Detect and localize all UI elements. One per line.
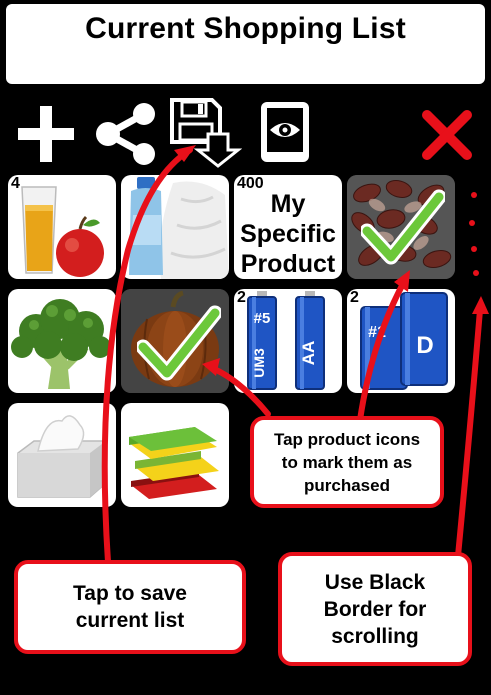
callout-scrolling: Use Black Border for scrolling — [278, 552, 472, 666]
product-tile-sponges[interactable] — [121, 403, 229, 507]
product-tile-juice-apple[interactable]: 4 — [8, 175, 116, 279]
broccoli-image — [11, 299, 111, 389]
page-title: Current Shopping List — [85, 12, 406, 45]
add-icon[interactable] — [14, 102, 78, 166]
detergent-towel-image — [129, 177, 229, 279]
save-list-icon[interactable] — [168, 96, 242, 168]
battery-label: #1 — [368, 324, 386, 341]
sponges-image — [129, 427, 219, 499]
product-tile-broccoli[interactable] — [8, 289, 116, 393]
product-name-text: My Specific Product — [240, 190, 336, 278]
product-tile-d-batteries[interactable]: #1 D 2 — [347, 289, 455, 393]
aa-batteries-image: #5 UM3 AA — [247, 291, 325, 390]
product-tile-pumpkin[interactable] — [121, 289, 229, 393]
scroll-border-marks[interactable] — [462, 185, 486, 295]
close-icon[interactable] — [420, 108, 474, 162]
battery-label: D — [416, 332, 433, 359]
juice-apple-image — [21, 186, 104, 277]
purchased-check-icon — [137, 305, 221, 381]
battery-label: #5 — [254, 310, 271, 327]
callout-mark-purchased: Tap product icons to mark them as purcha… — [250, 416, 444, 508]
product-tile-my-specific-product[interactable]: My Specific Product 400 — [234, 175, 342, 279]
battery-label: UM3 — [251, 348, 267, 378]
product-tile-aa-batteries[interactable]: #5 UM3 AA 2 — [234, 289, 342, 393]
product-tile-tissues[interactable] — [8, 403, 116, 507]
share-icon[interactable] — [94, 102, 160, 166]
purchased-check-icon — [361, 189, 445, 265]
callout-save-list: Tap to save current list — [14, 560, 246, 654]
d-batteries-image: #1 D — [360, 292, 448, 390]
title-bar: Current Shopping List — [6, 4, 485, 84]
quantity-label: 2 — [350, 289, 359, 306]
tissues-image — [17, 415, 107, 498]
battery-label: AA — [299, 341, 318, 366]
product-tile-detergent-towel[interactable] — [121, 175, 229, 279]
quantity-label: 400 — [237, 175, 264, 192]
quantity-label: 4 — [11, 175, 20, 192]
quantity-label: 2 — [237, 289, 246, 306]
product-tile-kidney-beans[interactable] — [347, 175, 455, 279]
view-icon[interactable] — [256, 98, 314, 166]
